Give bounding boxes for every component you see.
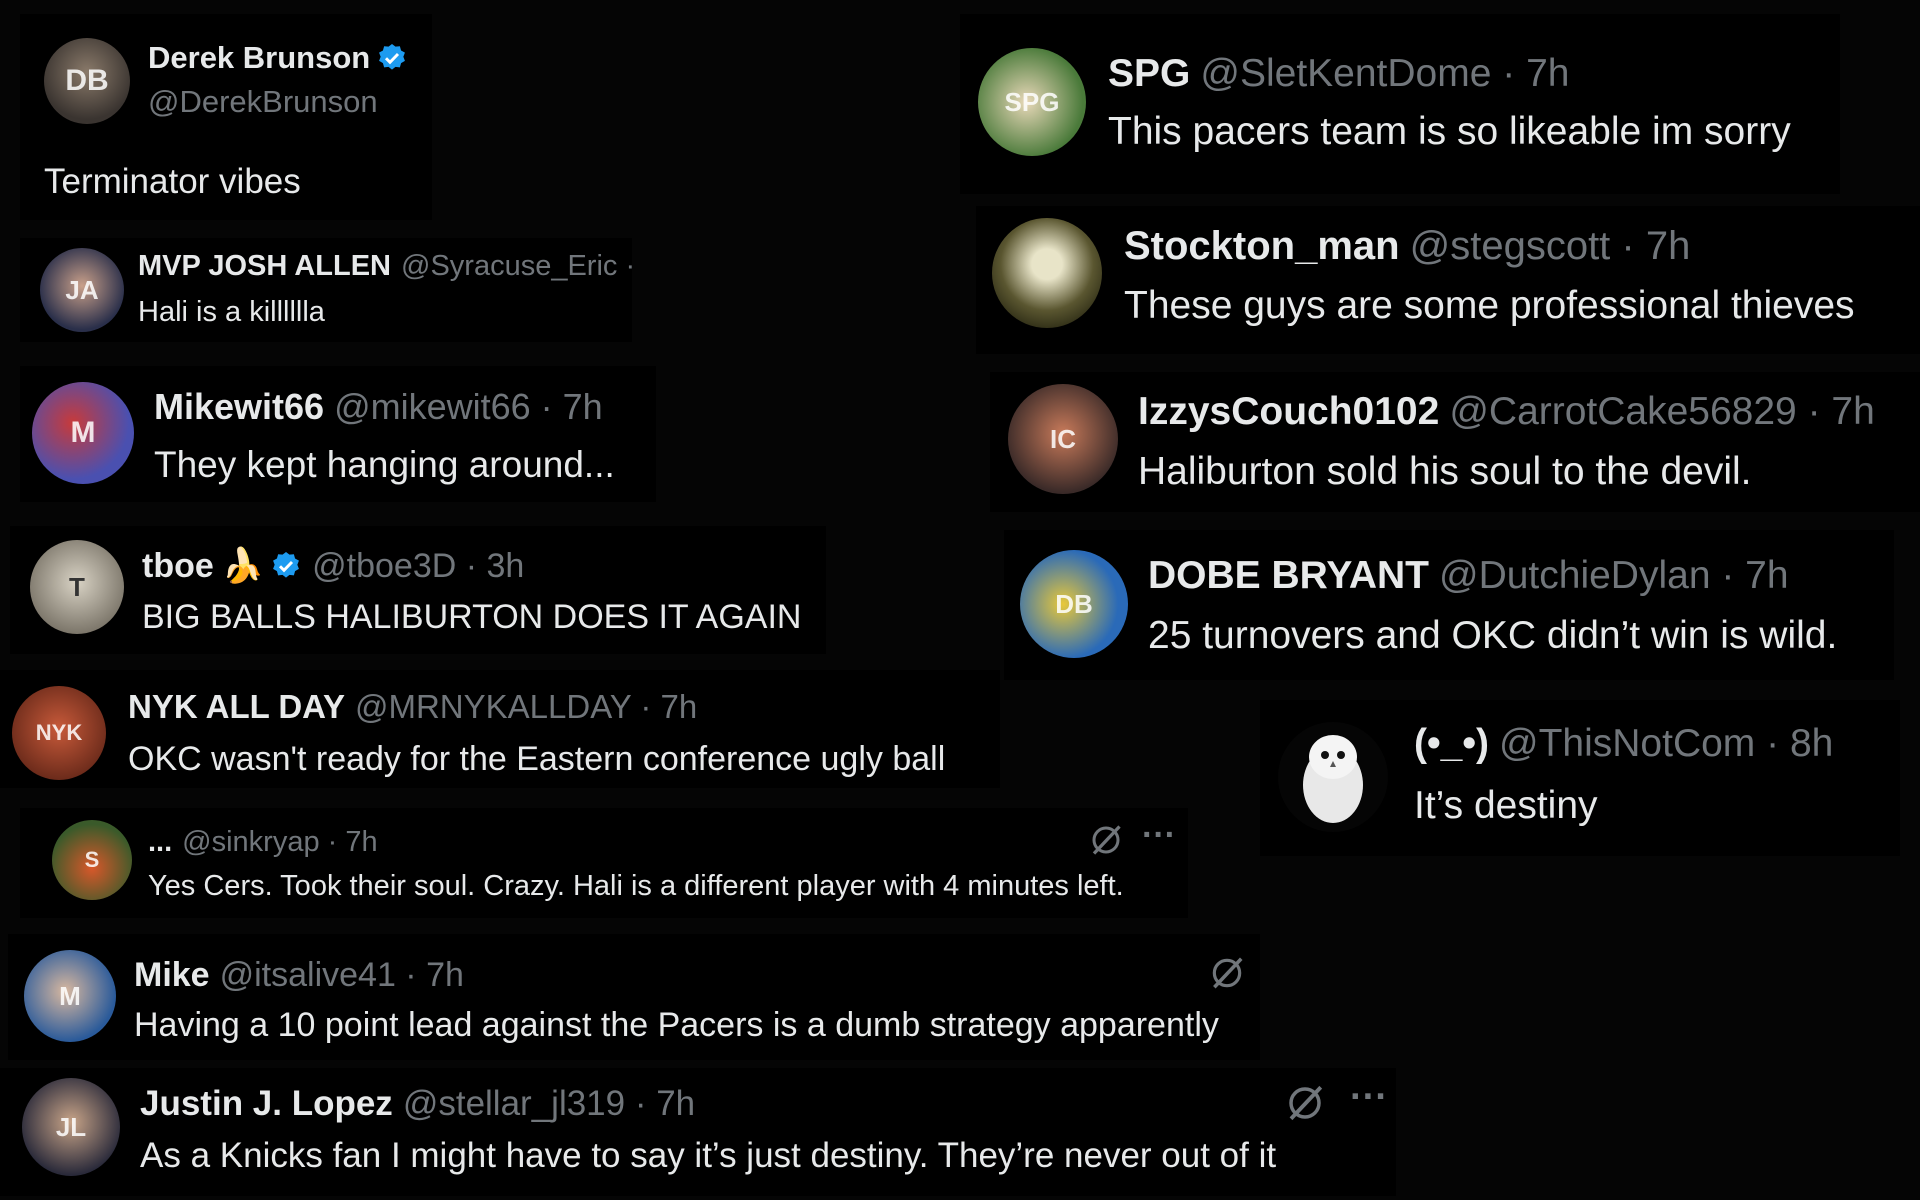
- avatar[interactable]: NYK: [12, 686, 106, 780]
- avatar[interactable]: DB: [44, 38, 130, 124]
- avatar[interactable]: DB: [1020, 550, 1128, 658]
- handle[interactable]: @stellar_jl319 · 7h: [403, 1084, 695, 1124]
- display-name[interactable]: DOBE BRYANT: [1148, 554, 1429, 598]
- tweet-card[interactable]: S ... @sinkryap · 7h ··· Yes Cers. Took …: [20, 808, 1188, 918]
- display-name[interactable]: tboe: [142, 547, 214, 586]
- grok-icon[interactable]: [1088, 822, 1124, 863]
- display-name[interactable]: Mikewit66: [154, 386, 324, 428]
- banana-emoji: 🍌: [221, 547, 265, 585]
- display-name[interactable]: SPG: [1108, 52, 1190, 96]
- tweet-card[interactable]: DB Derek Brunson @DerekBrunson Terminato…: [20, 14, 432, 220]
- handle[interactable]: @ThisNotCom · 8h: [1499, 722, 1833, 766]
- tweet-card[interactable]: DB DOBE BRYANT @DutchieDylan · 7h 25 tur…: [1004, 530, 1894, 680]
- display-name[interactable]: Mike: [134, 956, 210, 995]
- verified-badge-icon: [270, 550, 302, 582]
- avatar[interactable]: M: [32, 382, 134, 484]
- avatar[interactable]: S: [992, 218, 1102, 328]
- grok-icon[interactable]: [1284, 1082, 1326, 1129]
- handle[interactable]: @DutchieDylan · 7h: [1439, 554, 1789, 598]
- tweet-text: It’s destiny: [1414, 784, 1598, 827]
- display-name[interactable]: IzzysCouch0102: [1138, 390, 1439, 434]
- tweet-card[interactable]: SPG SPG @SletKentDome · 7h This pacers t…: [960, 14, 1840, 194]
- display-name[interactable]: Derek Brunson: [148, 40, 370, 76]
- tweet-text: This pacers team is so likeable im sorry: [1108, 110, 1791, 153]
- avatar[interactable]: JA: [40, 248, 124, 332]
- tweet-card[interactable]: M Mikewit66 @mikewit66 · 7h They kept ha…: [20, 366, 656, 502]
- avatar[interactable]: T: [30, 540, 124, 634]
- display-name[interactable]: Justin J. Lopez: [140, 1084, 393, 1124]
- tweet-text: OKC wasn't ready for the Eastern confere…: [128, 740, 946, 778]
- tweet-text: They kept hanging around...: [154, 444, 615, 485]
- avatar[interactable]: S: [52, 820, 132, 900]
- verified-badge-icon: [376, 42, 408, 74]
- avatar[interactable]: IC: [1008, 384, 1118, 494]
- tweet-text: Hali is a killlllla: [138, 296, 325, 328]
- handle[interactable]: @tboe3D · 3h: [312, 547, 524, 586]
- display-name[interactable]: (•_•): [1414, 722, 1489, 766]
- tweet-text: Having a 10 point lead against the Pacer…: [134, 1006, 1219, 1044]
- display-name[interactable]: Stockton_man: [1124, 224, 1400, 269]
- more-options-icon[interactable]: ···: [1142, 816, 1176, 855]
- tweet-card[interactable]: (•_•) @ThisNotCom · 8h It’s destiny: [1260, 700, 1900, 856]
- handle[interactable]: @itsalive41 · 7h: [220, 956, 464, 995]
- tweet-card[interactable]: T tboe 🍌 @tboe3D · 3h BIG BALLS HALIBURT…: [10, 526, 826, 654]
- tweet-text: As a Knicks fan I might have to say it’s…: [140, 1136, 1277, 1175]
- more-options-icon[interactable]: ···: [1350, 1076, 1388, 1119]
- avatar[interactable]: JL: [22, 1078, 120, 1176]
- tweet-card[interactable]: NYK NYK ALL DAY @MRNYKALLDAY · 7h OKC wa…: [0, 670, 1000, 788]
- handle[interactable]: @SletKentDome · 7h: [1200, 52, 1569, 96]
- handle[interactable]: @MRNYKALLDAY · 7h: [355, 688, 697, 726]
- tweet-text: BIG BALLS HALIBURTON DOES IT AGAIN: [142, 598, 802, 636]
- display-name[interactable]: ...: [148, 826, 172, 859]
- tweet-card[interactable]: JA MVP JOSH ALLEN @Syracuse_Eric · Hali …: [20, 238, 635, 342]
- tweet-card[interactable]: S Stockton_man @stegscott · 7h These guy…: [976, 206, 1920, 354]
- avatar[interactable]: [1278, 722, 1388, 832]
- tweet-text: These guys are some professional thieves: [1124, 284, 1855, 327]
- grok-icon[interactable]: [1208, 954, 1246, 997]
- tweet-card[interactable]: IC IzzysCouch0102 @CarrotCake56829 · 7h …: [990, 372, 1920, 512]
- avatar[interactable]: SPG: [978, 48, 1086, 156]
- tweet-text: Haliburton sold his soul to the devil.: [1138, 450, 1752, 493]
- handle[interactable]: @mikewit66 · 7h: [334, 386, 603, 428]
- display-name[interactable]: MVP JOSH ALLEN: [138, 250, 391, 283]
- tweet-text: Terminator vibes: [44, 162, 301, 201]
- handle[interactable]: @Syracuse_Eric ·: [401, 250, 635, 283]
- handle[interactable]: @DerekBrunson: [148, 84, 378, 120]
- tweet-text: Yes Cers. Took their soul. Crazy. Hali i…: [148, 870, 1124, 902]
- tweet-card[interactable]: M Mike @itsalive41 · 7h Having a 10 poin…: [8, 934, 1260, 1060]
- avatar[interactable]: M: [24, 950, 116, 1042]
- handle[interactable]: @CarrotCake56829 · 7h: [1449, 390, 1874, 434]
- tweet-card[interactable]: JL Justin J. Lopez @stellar_jl319 · 7h ·…: [0, 1068, 1396, 1196]
- tweet-text: 25 turnovers and OKC didn’t win is wild.: [1148, 614, 1838, 657]
- owl-icon: [1303, 735, 1363, 823]
- handle[interactable]: @sinkryap · 7h: [182, 826, 377, 859]
- handle[interactable]: @stegscott · 7h: [1410, 224, 1691, 269]
- display-name[interactable]: NYK ALL DAY: [128, 688, 345, 726]
